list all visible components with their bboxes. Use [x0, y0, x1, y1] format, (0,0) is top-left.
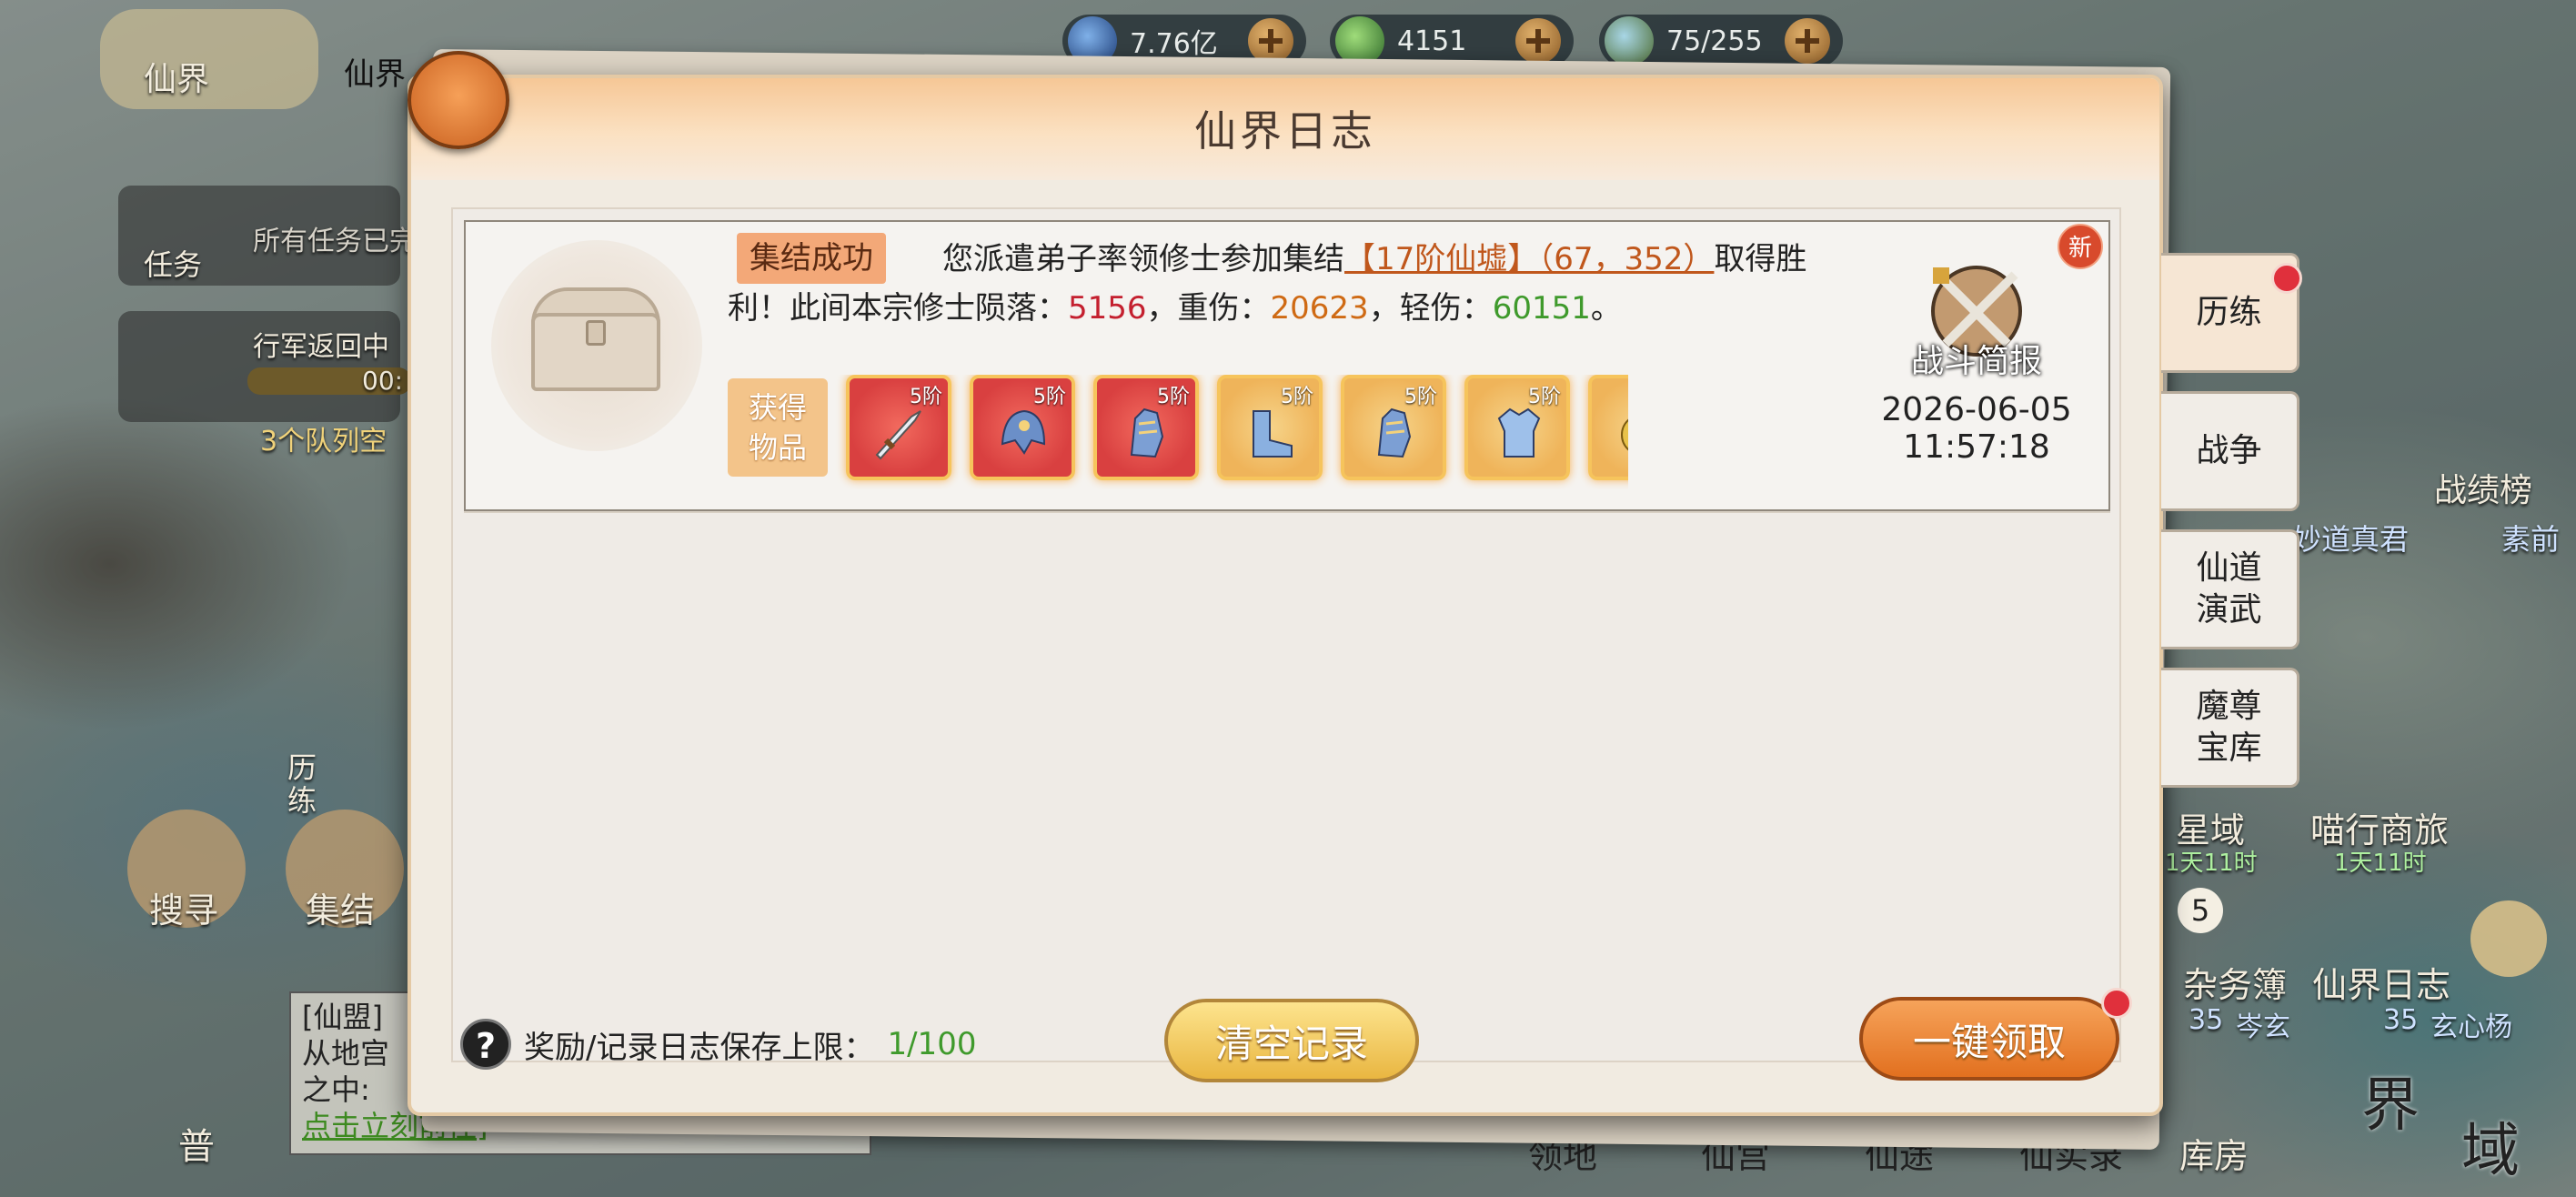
sep-2: ，轻伤：: [1368, 290, 1493, 327]
armor-icon: [1497, 407, 1541, 458]
chores-button[interactable]: 杂务簿: [2183, 957, 2287, 1007]
panel-title: 仙界日志: [1194, 106, 1376, 156]
claim-all-button[interactable]: 一键领取: [1859, 997, 2119, 1081]
battle-report-label: 战斗简报: [1910, 343, 2042, 380]
location-label: 仙界: [144, 61, 210, 98]
panel-header: 仙界日志: [411, 78, 2159, 180]
entry-message: 您派遣弟子率领修士参加集结【17阶仙墟】（67，352）取得胜利！此间本宗修士陨…: [728, 235, 1856, 333]
player-tag: 岑玄: [2236, 1011, 2290, 1043]
light-injury-count: 60151: [1492, 290, 1591, 327]
location-link[interactable]: 【17阶仙墟】（67，352）: [1344, 241, 1714, 277]
march-text: 行军返回中: [253, 331, 389, 363]
training-side-label: 历练: [287, 750, 317, 818]
chest-lock: [586, 320, 606, 346]
player-tag: 35: [2383, 1004, 2419, 1036]
player-tag: 35: [2189, 1004, 2224, 1036]
item-level: 5阶: [1404, 386, 1437, 408]
add-jade-button[interactable]: [1515, 18, 1561, 64]
troop-chip: 75/255: [1599, 15, 1843, 67]
claim-notification-dot: [2101, 988, 2132, 1019]
tab-label: 仙道演武: [2196, 549, 2262, 629]
player-name-2: 素前: [2501, 522, 2561, 557]
add-troop-button[interactable]: [1785, 18, 1830, 64]
fallen-count: 5156: [1068, 290, 1147, 327]
tab-label: 历练: [2196, 294, 2262, 331]
message-end: 。: [1590, 290, 1622, 327]
tab-label: 战争: [2196, 432, 2262, 469]
new-badge: 新: [2058, 224, 2103, 269]
troop-value: 75/255: [1666, 25, 1763, 57]
troop-icon: [1605, 16, 1654, 65]
reward-item-armor[interactable]: 5阶: [1464, 375, 1570, 480]
battle-report-button[interactable]: 战斗简报 2026-06-05 11:57:18: [1872, 255, 2081, 466]
obtained-label-text: 获得物品: [748, 390, 807, 465]
clear-records-button[interactable]: 清空记录: [1164, 999, 1419, 1082]
item-level: 5阶: [910, 386, 942, 408]
spirit-stone-value: 7.76亿: [1130, 28, 1218, 60]
tab-demon-vault[interactable]: 魔尊宝库: [2161, 668, 2299, 788]
help-icon[interactable]: ?: [460, 1019, 511, 1070]
march-timer: 00:: [362, 366, 404, 396]
tab-dao-arena[interactable]: 仙道演武: [2161, 529, 2299, 649]
task-text: 所有任务已完: [253, 226, 417, 257]
rank-button[interactable]: 战绩榜: [2434, 464, 2532, 511]
reward-item-sword[interactable]: 5阶: [846, 375, 951, 480]
journal-panel: 仙界日志 集结成功 您派遣弟子率领修士参加集结【17阶仙墟】（67，352）取得…: [408, 75, 2163, 1116]
reward-item-boots[interactable]: 5阶: [1217, 375, 1323, 480]
item-icon: [1621, 418, 1628, 451]
gauntlet-icon: [1377, 407, 1412, 458]
realm-char-2: 域: [2461, 1118, 2520, 1185]
reward-item-helmet[interactable]: 5阶: [970, 375, 1075, 480]
side-tabs: 历练 战争 仙道演武 魔尊宝库: [2161, 253, 2307, 806]
close-icon[interactable]: [408, 51, 509, 149]
sep-1: ，重伤：: [1146, 290, 1271, 327]
gauntlet-icon: [1130, 407, 1164, 458]
treasure-chest-icon: [491, 240, 702, 451]
tab-label: 魔尊宝库: [2196, 688, 2262, 767]
tab-notification-dot: [2271, 263, 2302, 294]
helmet-icon: [1001, 409, 1046, 455]
mode-badge[interactable]: 普: [178, 1117, 215, 1170]
footer-info: ? 奖励/记录日志保存上限： 1/100: [460, 1019, 976, 1070]
chores-count: 5: [2178, 888, 2223, 933]
message-prefix: 您派遣弟子率领修士参加集结: [942, 241, 1344, 277]
entry-date: 2026-06-05: [1881, 391, 2072, 428]
journal-button[interactable]: 仙界日志: [2312, 957, 2450, 1007]
item-level: 5阶: [1281, 386, 1313, 408]
log-limit-label: 奖励/记录日志保存上限：: [524, 1029, 875, 1066]
item-level: 5阶: [1528, 386, 1561, 408]
heavy-injury-count: 20623: [1270, 290, 1369, 327]
item-level: 5阶: [1157, 386, 1190, 408]
log-limit-value: 1/100: [887, 1026, 977, 1062]
play-button[interactable]: [2470, 900, 2547, 977]
location-label-2: 仙界: [344, 56, 406, 93]
search-label: 搜寻: [149, 890, 219, 930]
warehouse-button[interactable]: 库房: [2179, 1128, 2249, 1178]
task-label: 任务: [144, 247, 203, 282]
reward-items: 获得物品 5阶 5阶 5阶 5阶 5阶 5阶: [728, 375, 1628, 489]
jade-value: 4151: [1397, 25, 1467, 57]
obtained-label: 获得物品: [728, 378, 828, 477]
player-name-1: 妙道真君: [2292, 522, 2410, 557]
merchant-timer: 1天11时: [2334, 850, 2427, 877]
queue-text: 3个队列空: [260, 426, 387, 458]
item-level: 5阶: [1033, 386, 1066, 408]
star-domain-timer: 1天11时: [2165, 850, 2258, 877]
reward-item-partial[interactable]: [1588, 375, 1628, 480]
boots-icon: [1253, 410, 1293, 458]
entry-time: 11:57:18: [1903, 428, 2050, 466]
reward-item-gauntlet-2[interactable]: 5阶: [1341, 375, 1446, 480]
sword-icon: [875, 410, 921, 460]
gather-label: 集结: [306, 890, 376, 930]
player-tag: 玄心杨: [2430, 1011, 2512, 1043]
tab-training[interactable]: 历练: [2161, 253, 2302, 373]
reward-item-gauntlet[interactable]: 5阶: [1093, 375, 1199, 480]
tab-war[interactable]: 战争: [2161, 391, 2299, 511]
journal-entry[interactable]: 集结成功 您派遣弟子率领修士参加集结【17阶仙墟】（67，352）取得胜利！此间…: [464, 220, 2110, 511]
realm-char-1: 界: [2361, 1072, 2420, 1140]
